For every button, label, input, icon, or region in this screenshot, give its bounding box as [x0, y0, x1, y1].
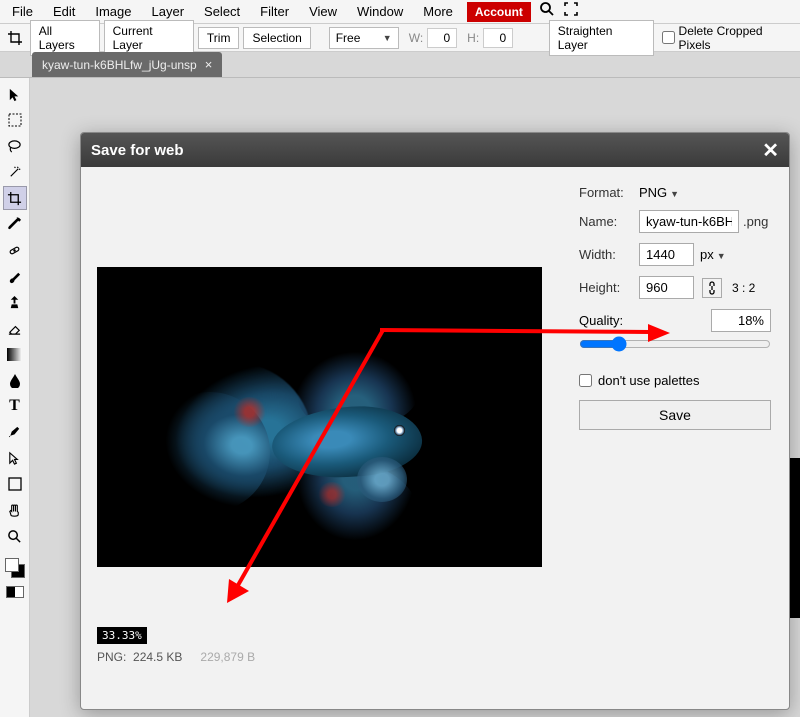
quality-value[interactable]: 18% [711, 309, 771, 332]
quality-slider[interactable] [579, 336, 771, 352]
fish-illustration [142, 307, 502, 537]
aspect-ratio: 3 : 2 [732, 281, 755, 295]
pen-tool-icon[interactable] [3, 420, 27, 444]
dialog-title: Save for web [91, 142, 184, 159]
save-for-web-dialog: Save for web ✕ 33.33% PNG: 224.5 KB 229,… [80, 132, 790, 710]
move-tool-icon[interactable] [3, 82, 27, 106]
account-button[interactable]: Account [467, 2, 531, 22]
document-tab[interactable]: kyaw-tun-k6BHLfw_jUg-unsp × [32, 52, 222, 77]
menu-more[interactable]: More [413, 1, 463, 22]
healing-tool-icon[interactable] [3, 238, 27, 262]
file-size-kb: 224.5 KB [133, 650, 182, 664]
document-tab-bar: kyaw-tun-k6BHLfw_jUg-unsp × [0, 52, 800, 78]
selection-button[interactable]: Selection [243, 27, 310, 49]
gradient-tool-icon[interactable] [3, 342, 27, 366]
type-tool-icon[interactable]: T [3, 394, 27, 418]
close-tab-icon[interactable]: × [205, 57, 213, 72]
name-input[interactable] [639, 210, 739, 233]
format-short-label: PNG: [97, 650, 126, 664]
link-dimensions-icon[interactable] [702, 278, 722, 298]
options-bar: All Layers Current Layer Trim Selection … [0, 24, 800, 52]
wand-tool-icon[interactable] [3, 160, 27, 184]
width-value[interactable]: 0 [427, 28, 457, 48]
crop-tool-icon[interactable] [3, 186, 27, 210]
blur-tool-icon[interactable] [3, 368, 27, 392]
trim-button[interactable]: Trim [198, 27, 240, 49]
lasso-tool-icon[interactable] [3, 134, 27, 158]
delete-cropped-checkbox[interactable]: Delete Cropped Pixels [662, 24, 796, 52]
width-input[interactable] [639, 243, 694, 266]
height-value[interactable]: 0 [483, 28, 513, 48]
preview-image[interactable] [97, 267, 542, 567]
crop-tool-icon [4, 27, 26, 49]
marquee-tool-icon[interactable] [3, 108, 27, 132]
color-swatch[interactable] [5, 558, 25, 578]
palettes-checkbox[interactable]: don't use palettes [579, 373, 771, 388]
hand-tool-icon[interactable] [3, 498, 27, 522]
document-tab-label: kyaw-tun-k6BHLfw_jUg-unsp [42, 58, 197, 72]
menu-filter[interactable]: Filter [250, 1, 299, 22]
height-label: Height: [579, 280, 639, 295]
straighten-button[interactable]: Straighten Layer [549, 20, 654, 56]
eyedropper-tool-icon[interactable] [3, 212, 27, 236]
eraser-tool-icon[interactable] [3, 316, 27, 340]
width-label: W: [409, 31, 423, 45]
shape-tool-icon[interactable] [3, 472, 27, 496]
format-label: Format: [579, 185, 639, 200]
width-unit-select[interactable]: px▼ [700, 247, 742, 262]
height-label: H: [467, 31, 479, 45]
zoom-level[interactable]: 33.33% [97, 627, 147, 644]
save-button[interactable]: Save [579, 400, 771, 430]
all-layers-button[interactable]: All Layers [30, 20, 100, 56]
name-extension: .png [743, 214, 768, 229]
file-size-bytes: 229,879 B [200, 650, 255, 664]
width-label: Width: [579, 247, 639, 262]
close-icon[interactable]: ✕ [762, 138, 779, 163]
brush-tool-icon[interactable] [3, 264, 27, 288]
ratio-select[interactable]: Free▼ [329, 27, 399, 49]
menu-window[interactable]: Window [347, 1, 413, 22]
clone-tool-icon[interactable] [3, 290, 27, 314]
zoom-tool-icon[interactable] [3, 524, 27, 548]
tool-palette: T [0, 78, 30, 717]
name-label: Name: [579, 214, 639, 229]
current-layer-button[interactable]: Current Layer [104, 20, 194, 56]
quick-mask-icon[interactable] [6, 586, 24, 598]
menu-view[interactable]: View [299, 1, 347, 22]
height-input[interactable] [639, 276, 694, 299]
menu-select[interactable]: Select [194, 1, 250, 22]
path-select-tool-icon[interactable] [3, 446, 27, 470]
dialog-titlebar[interactable]: Save for web ✕ [81, 133, 789, 167]
quality-label: Quality: [579, 313, 623, 328]
format-select[interactable]: PNG▼ [639, 185, 694, 200]
